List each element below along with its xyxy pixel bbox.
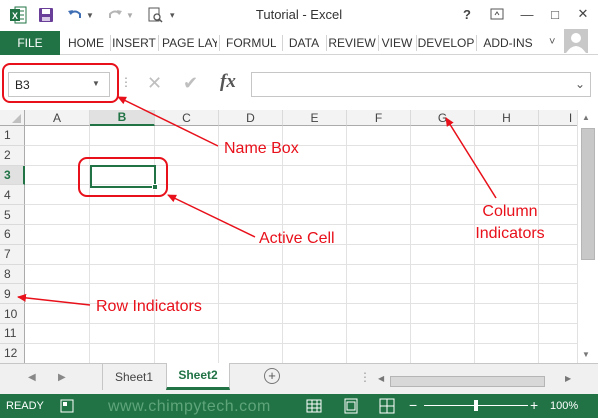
macro-record-icon[interactable] bbox=[60, 399, 74, 413]
scroll-down-icon[interactable]: ▼ bbox=[582, 350, 590, 359]
page-break-view-icon[interactable] bbox=[379, 398, 395, 414]
row-header-12[interactable]: 12 bbox=[0, 343, 25, 363]
page-layout-view-icon[interactable] bbox=[343, 398, 359, 414]
formula-bar-area: B3 ▼ ⋮ ✕ ✔ fx ⌄ bbox=[0, 55, 598, 110]
column-header-c[interactable]: C bbox=[155, 110, 219, 126]
tab-insert[interactable]: INSERT bbox=[111, 31, 157, 55]
restore-button[interactable]: □ bbox=[542, 3, 568, 25]
row-header-9[interactable]: 9 bbox=[0, 284, 25, 305]
tab-split-handle-icon[interactable]: ⋮ bbox=[359, 370, 371, 384]
column-header-i[interactable]: I bbox=[539, 110, 577, 126]
minimize-button[interactable]: — bbox=[514, 3, 540, 25]
column-indicators-line2: Indicators bbox=[475, 225, 545, 242]
column-header-a[interactable]: A bbox=[25, 110, 90, 126]
ribbon-collapse-icon[interactable]: ˅ bbox=[549, 36, 555, 48]
watermark-text: www.chimpytech.com bbox=[108, 398, 271, 415]
status-bar: READY − + 100% bbox=[0, 394, 598, 418]
column-indicators-line1: Column bbox=[482, 203, 538, 220]
name-box-dropdown-icon[interactable]: ▼ bbox=[92, 79, 100, 88]
tab-developer[interactable]: DEVELOP bbox=[417, 31, 475, 55]
vertical-scroll-thumb[interactable] bbox=[581, 128, 595, 260]
zoom-in-button[interactable]: + bbox=[530, 397, 538, 413]
gridline-horizontal bbox=[25, 283, 577, 285]
row-indicators-annotation: Row Indicators bbox=[96, 298, 202, 315]
tab-formulas[interactable]: FORMUL bbox=[220, 31, 276, 55]
row-header-3[interactable]: 3 bbox=[0, 165, 25, 186]
tab-add-ins[interactable]: ADD-INS bbox=[477, 31, 539, 55]
next-sheet-icon[interactable]: ▶ bbox=[58, 372, 66, 383]
name-box-value: B3 bbox=[15, 78, 30, 92]
tab-view[interactable]: VIEW bbox=[379, 31, 415, 55]
row-header-7[interactable]: 7 bbox=[0, 244, 25, 265]
normal-view-icon[interactable] bbox=[306, 398, 322, 414]
status-ready: READY bbox=[6, 400, 44, 412]
row-header-1[interactable]: 1 bbox=[0, 126, 25, 146]
column-header-e[interactable]: E bbox=[283, 110, 347, 126]
formula-input[interactable] bbox=[251, 72, 591, 97]
row-header-8[interactable]: 8 bbox=[0, 264, 25, 285]
gridline-horizontal bbox=[25, 342, 577, 344]
tab-home[interactable]: HOME bbox=[63, 31, 109, 55]
close-button[interactable]: ✕ bbox=[570, 3, 596, 25]
cancel-icon[interactable]: ✕ bbox=[147, 73, 162, 94]
column-header-f[interactable]: F bbox=[347, 110, 411, 126]
sheet-tab-sheet2[interactable]: Sheet2 bbox=[166, 363, 230, 390]
scroll-right-icon[interactable]: ▶ bbox=[565, 374, 571, 383]
zoom-slider-thumb[interactable] bbox=[474, 400, 478, 411]
new-sheet-plus: + bbox=[268, 368, 276, 383]
gridline-horizontal bbox=[25, 263, 577, 265]
prev-sheet-icon[interactable]: ◀ bbox=[28, 372, 36, 383]
zoom-out-button[interactable]: − bbox=[409, 397, 417, 413]
row-header-2[interactable]: 2 bbox=[0, 145, 25, 166]
column-header-h[interactable]: H bbox=[475, 110, 539, 126]
sheet-tab-sheet1[interactable]: Sheet1 bbox=[103, 364, 165, 390]
formula-bar-grip-icon[interactable]: ⋮ bbox=[120, 75, 132, 89]
file-tab[interactable]: FILE bbox=[0, 31, 60, 55]
scroll-up-icon[interactable]: ▲ bbox=[582, 113, 590, 122]
zoom-level[interactable]: 100% bbox=[550, 400, 578, 412]
row-header-6[interactable]: 6 bbox=[0, 225, 25, 245]
tab-page-layout[interactable]: PAGE LAY bbox=[159, 31, 217, 55]
row-header-11[interactable]: 11 bbox=[0, 324, 25, 344]
row-header-4[interactable]: 4 bbox=[0, 185, 25, 206]
gridline-horizontal bbox=[25, 323, 577, 324]
row-header-5[interactable]: 5 bbox=[0, 205, 25, 225]
ribbon-display-options-button[interactable] bbox=[484, 3, 510, 25]
column-header-b[interactable]: B bbox=[90, 110, 155, 126]
column-indicators-annotation: Column Indicators bbox=[462, 201, 558, 245]
enter-icon[interactable]: ✔ bbox=[183, 73, 198, 94]
gridline-horizontal bbox=[25, 144, 577, 146]
name-box-annotation: Name Box bbox=[224, 140, 299, 157]
active-cell[interactable] bbox=[90, 165, 156, 188]
tab-data[interactable]: DATA bbox=[283, 31, 325, 55]
column-header-d[interactable]: D bbox=[219, 110, 283, 126]
column-header-g[interactable]: G bbox=[411, 110, 475, 126]
help-button[interactable]: ? bbox=[454, 3, 480, 25]
expand-formula-bar-icon[interactable]: ⌄ bbox=[575, 77, 585, 91]
fill-handle[interactable] bbox=[152, 184, 158, 190]
new-sheet-button[interactable]: + bbox=[264, 368, 280, 384]
ribbon-tabs: FILE HOME INSERT PAGE LAY FORMUL DATA RE… bbox=[0, 29, 598, 55]
sheet-tabs-bar: ◀ ▶ Sheet1 Sheet2 + ⋮ ◀ ▶ bbox=[0, 363, 598, 394]
select-all-corner[interactable] bbox=[0, 110, 25, 126]
active-cell-annotation: Active Cell bbox=[259, 230, 335, 247]
user-avatar-icon[interactable] bbox=[564, 29, 588, 53]
horizontal-scroll-thumb[interactable] bbox=[390, 376, 545, 387]
row-header-10[interactable]: 10 bbox=[0, 304, 25, 324]
title-bar: X ▼ ▼ ▾ Tutorial - Excel ? — □ ✕ bbox=[0, 0, 598, 31]
insert-function-button[interactable]: fx bbox=[220, 71, 236, 93]
tab-review[interactable]: REVIEW bbox=[327, 31, 377, 55]
scroll-left-icon[interactable]: ◀ bbox=[378, 374, 384, 383]
